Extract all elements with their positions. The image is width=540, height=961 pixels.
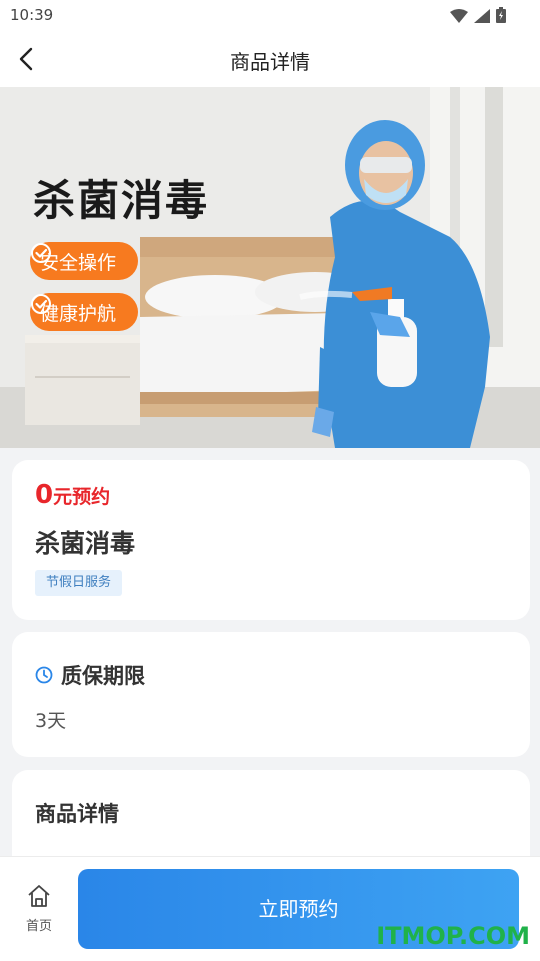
home-button[interactable]: 首页 xyxy=(14,883,64,939)
product-info-card: 0元预约 杀菌消毒 节假日服务 xyxy=(12,460,530,620)
warranty-value: 3天 xyxy=(35,710,67,732)
warranty-card: 质保期限 3天 xyxy=(12,632,530,757)
price-number: 0 xyxy=(35,480,54,510)
watermark-logo: ITMOP.COM xyxy=(376,922,530,950)
page-title: 商品详情 xyxy=(230,50,310,74)
signal-icon xyxy=(474,8,490,27)
feature-badge: 安全操作 xyxy=(30,242,139,280)
home-label: 首页 xyxy=(25,919,52,934)
price-label: 0元预约 xyxy=(35,480,110,510)
clock-icon xyxy=(35,666,53,684)
product-name: 杀菌消毒 xyxy=(35,529,136,558)
details-title: 商品详情 xyxy=(35,802,119,826)
status-time: 10:39 xyxy=(10,6,54,24)
battery-icon xyxy=(496,7,506,27)
warranty-header: 质保期限 xyxy=(35,660,145,690)
home-icon xyxy=(28,885,50,907)
warranty-title: 质保期限 xyxy=(61,664,145,688)
status-bar: 10:39 xyxy=(0,0,540,32)
price-suffix: 元预约 xyxy=(53,486,111,508)
service-tag: 节假日服务 xyxy=(35,570,123,596)
feature-badge: 健康护航 xyxy=(30,293,139,331)
banner-title: 杀菌消毒 xyxy=(33,176,210,225)
status-icons xyxy=(450,7,506,27)
product-banner: 杀菌消毒 安全操作 健康护航 xyxy=(0,87,540,448)
check-circle-icon xyxy=(31,243,51,263)
wifi-icon xyxy=(450,8,468,27)
check-circle-icon xyxy=(31,294,51,314)
nav-bar: 商品详情 xyxy=(0,32,540,87)
